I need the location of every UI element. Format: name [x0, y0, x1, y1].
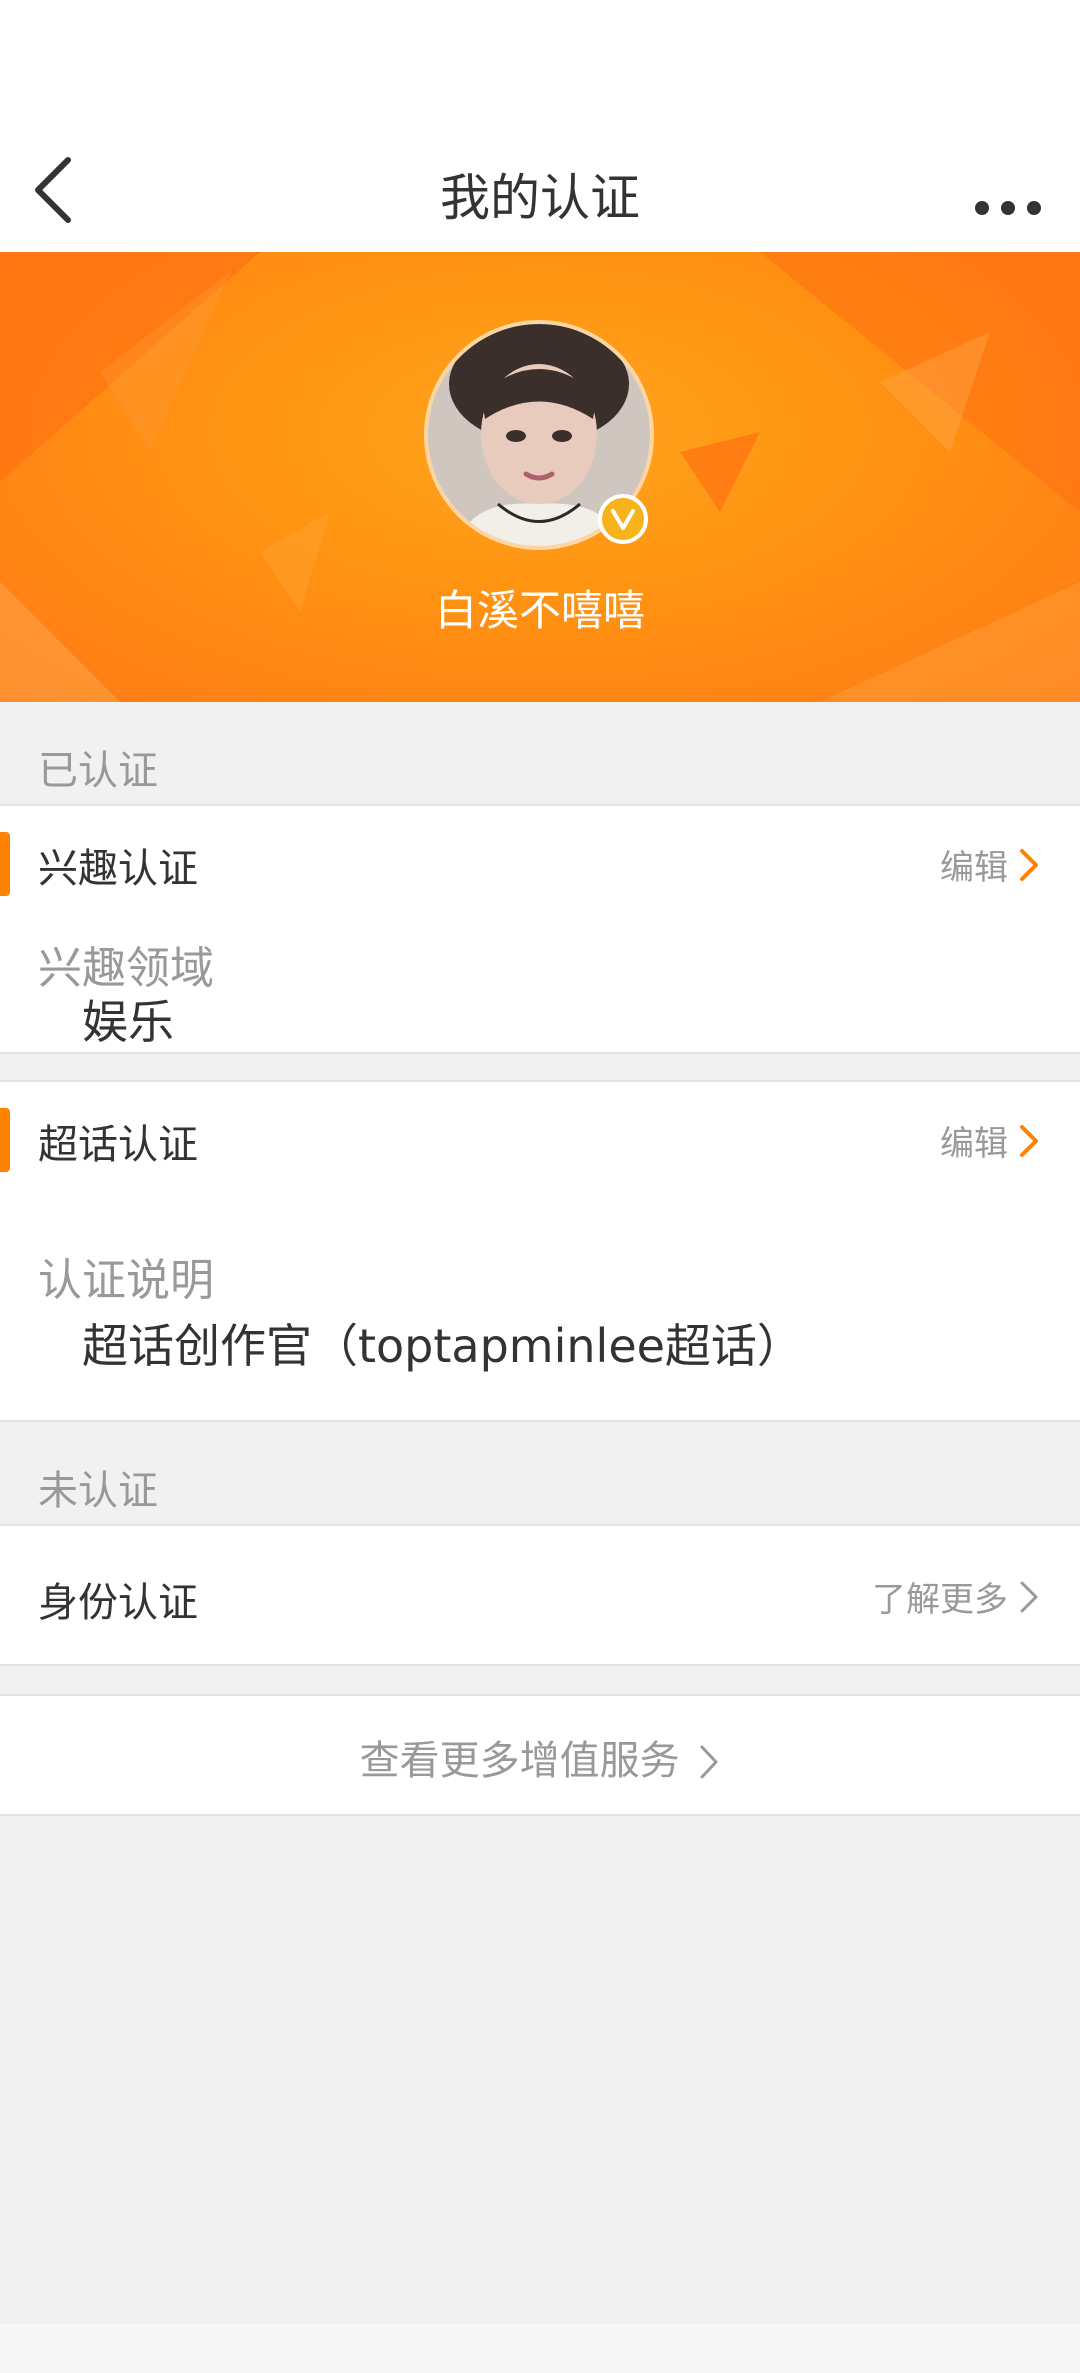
- edit-label: 编辑: [940, 848, 1008, 888]
- status-bar: [0, 0, 1080, 150]
- chevron-right-icon: [1020, 1124, 1038, 1157]
- chevron-right-icon: [1020, 1581, 1038, 1612]
- username: 白溪不嘻嘻: [434, 586, 645, 635]
- identity-learn-more-button[interactable]: 了解更多: [872, 1572, 1040, 1621]
- edit-label: 编辑: [940, 1124, 1008, 1164]
- avatar[interactable]: [424, 320, 654, 550]
- super-topic-field-value: 超话创作官（toptapminlee超话）: [82, 1319, 803, 1373]
- learn-more-label: 了解更多: [872, 1580, 1008, 1620]
- section-title-unverified: 未认证: [38, 1468, 158, 1514]
- more-button[interactable]: [960, 155, 1060, 225]
- bottom-strip: [0, 2324, 1080, 2373]
- interest-edit-button[interactable]: 编辑: [940, 840, 1040, 889]
- page: 我的认证 白溪不嘻嘻 已认证 兴趣认证 编辑 兴趣领域 娱乐 超话认证 编辑 认…: [0, 0, 1080, 2373]
- chevron-right-icon: [1020, 848, 1038, 881]
- super-topic-verification-label: 超话认证: [38, 1122, 198, 1168]
- nav-header: 我的认证: [0, 130, 1080, 252]
- super-topic-field-label: 认证说明: [38, 1255, 214, 1306]
- identity-verification-label: 身份认证: [38, 1580, 198, 1626]
- super-topic-detail: 认证说明 超话创作官（toptapminlee超话）: [0, 1192, 1080, 1422]
- verified-v-icon: [598, 494, 648, 544]
- page-title: 我的认证: [440, 169, 640, 227]
- accent-bar: [0, 1108, 10, 1172]
- interest-verification-label: 兴趣认证: [38, 846, 198, 892]
- more-dots-icon: [975, 201, 1041, 215]
- more-services-text: 查看更多增值服务: [359, 1738, 680, 1784]
- interest-field-value: 娱乐: [82, 995, 174, 1049]
- identity-verification-row[interactable]: 身份认证 了解更多: [0, 1524, 1080, 1666]
- accent-bar: [0, 832, 10, 896]
- super-topic-verification-row: 超话认证 编辑: [0, 1080, 1080, 1194]
- interest-detail: 兴趣领域 娱乐: [0, 916, 1080, 1054]
- chevron-right-icon: [700, 1745, 718, 1779]
- section-title-verified: 已认证: [38, 748, 158, 794]
- interest-verification-row: 兴趣认证 编辑: [0, 804, 1080, 918]
- super-topic-edit-button[interactable]: 编辑: [940, 1116, 1040, 1165]
- more-services-label: 查看更多增值服务: [0, 1728, 1080, 1786]
- profile-banner: 白溪不嘻嘻: [0, 252, 1080, 702]
- more-services-button[interactable]: 查看更多增值服务: [0, 1694, 1080, 1816]
